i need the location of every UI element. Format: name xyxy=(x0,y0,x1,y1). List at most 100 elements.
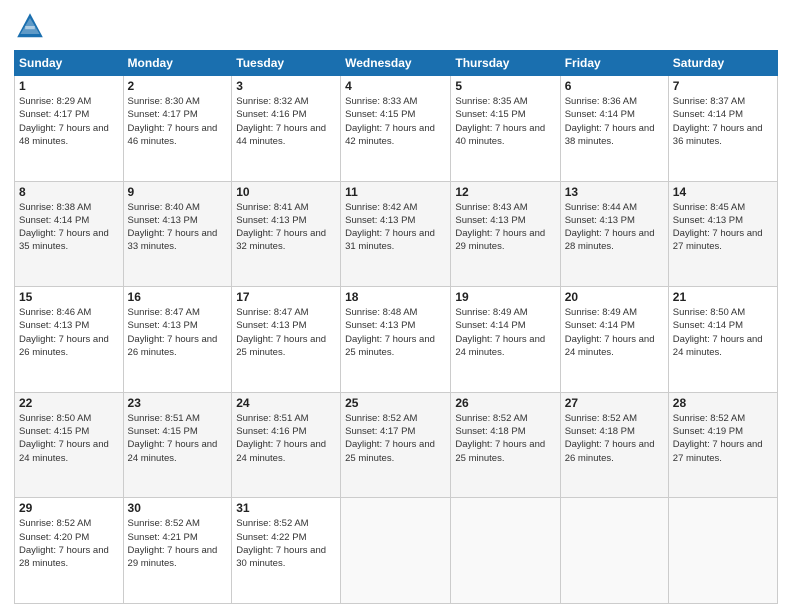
calendar-cell: 27 Sunrise: 8:52 AMSunset: 4:18 PMDayligh… xyxy=(560,392,668,498)
day-info: Sunrise: 8:32 AMSunset: 4:16 PMDaylight:… xyxy=(236,96,326,147)
day-info: Sunrise: 8:52 AMSunset: 4:18 PMDaylight:… xyxy=(455,413,545,464)
day-of-week-header: Monday xyxy=(123,51,232,76)
day-number: 8 xyxy=(19,185,119,199)
calendar-cell: 8Sunrise: 8:38 AMSunset: 4:14 PMDaylight… xyxy=(15,181,124,287)
calendar-cell: 12 Sunrise: 8:43 AMSunset: 4:13 PMDayligh… xyxy=(451,181,560,287)
calendar-cell: 15Sunrise: 8:46 AMSunset: 4:13 PMDayligh… xyxy=(15,287,124,393)
day-number: 17 xyxy=(236,290,336,304)
header xyxy=(14,10,778,42)
day-info: Sunrise: 8:37 AMSunset: 4:14 PMDaylight:… xyxy=(673,96,763,147)
calendar-week-row: 22 Sunrise: 8:50 AMSunset: 4:15 PMDayligh… xyxy=(15,392,778,498)
day-number: 16 xyxy=(128,290,228,304)
day-info: Sunrise: 8:51 AMSunset: 4:15 PMDaylight:… xyxy=(128,413,218,464)
calendar-cell: 20 Sunrise: 8:49 AMSunset: 4:14 PMDayligh… xyxy=(560,287,668,393)
day-number: 2 xyxy=(128,79,228,93)
day-info: Sunrise: 8:48 AMSunset: 4:13 PMDaylight:… xyxy=(345,307,435,358)
day-of-week-header: Wednesday xyxy=(341,51,451,76)
calendar-table: SundayMondayTuesdayWednesdayThursdayFrid… xyxy=(14,50,778,604)
day-number: 1 xyxy=(19,79,119,93)
day-info: Sunrise: 8:36 AMSunset: 4:14 PMDaylight:… xyxy=(565,96,655,147)
day-info: Sunrise: 8:40 AMSunset: 4:13 PMDaylight:… xyxy=(128,202,218,253)
day-info: Sunrise: 8:49 AMSunset: 4:14 PMDaylight:… xyxy=(565,307,655,358)
day-number: 20 xyxy=(565,290,664,304)
day-number: 22 xyxy=(19,396,119,410)
day-info: Sunrise: 8:52 AMSunset: 4:17 PMDaylight:… xyxy=(345,413,435,464)
day-number: 26 xyxy=(455,396,555,410)
day-info: Sunrise: 8:50 AMSunset: 4:14 PMDaylight:… xyxy=(673,307,763,358)
calendar-cell: 5 Sunrise: 8:35 AMSunset: 4:15 PMDaylight… xyxy=(451,76,560,182)
day-number: 18 xyxy=(345,290,446,304)
calendar-cell: 13 Sunrise: 8:44 AMSunset: 4:13 PMDayligh… xyxy=(560,181,668,287)
calendar-cell: 3 Sunrise: 8:32 AMSunset: 4:16 PMDaylight… xyxy=(232,76,341,182)
calendar-cell: 4 Sunrise: 8:33 AMSunset: 4:15 PMDaylight… xyxy=(341,76,451,182)
calendar-cell: 23 Sunrise: 8:51 AMSunset: 4:15 PMDayligh… xyxy=(123,392,232,498)
calendar-week-row: 29 Sunrise: 8:52 AMSunset: 4:20 PMDayligh… xyxy=(15,498,778,604)
calendar-cell: 6 Sunrise: 8:36 AMSunset: 4:14 PMDaylight… xyxy=(560,76,668,182)
day-info: Sunrise: 8:44 AMSunset: 4:13 PMDaylight:… xyxy=(565,202,655,253)
day-number: 11 xyxy=(345,185,446,199)
calendar-cell: 25Sunrise: 8:52 AMSunset: 4:17 PMDayligh… xyxy=(341,392,451,498)
day-number: 12 xyxy=(455,185,555,199)
calendar-cell: 21 Sunrise: 8:50 AMSunset: 4:14 PMDayligh… xyxy=(668,287,777,393)
day-info: Sunrise: 8:46 AMSunset: 4:13 PMDaylight:… xyxy=(19,307,109,358)
calendar-cell: 19 Sunrise: 8:49 AMSunset: 4:14 PMDayligh… xyxy=(451,287,560,393)
calendar-cell: 2 Sunrise: 8:30 AMSunset: 4:17 PMDaylight… xyxy=(123,76,232,182)
day-number: 27 xyxy=(565,396,664,410)
day-number: 21 xyxy=(673,290,773,304)
calendar-cell: 18 Sunrise: 8:48 AMSunset: 4:13 PMDayligh… xyxy=(341,287,451,393)
calendar-cell: 26 Sunrise: 8:52 AMSunset: 4:18 PMDayligh… xyxy=(451,392,560,498)
day-info: Sunrise: 8:47 AMSunset: 4:13 PMDaylight:… xyxy=(236,307,326,358)
day-info: Sunrise: 8:52 AMSunset: 4:22 PMDaylight:… xyxy=(236,518,326,569)
day-number: 10 xyxy=(236,185,336,199)
calendar-week-row: 15Sunrise: 8:46 AMSunset: 4:13 PMDayligh… xyxy=(15,287,778,393)
day-info: Sunrise: 8:52 AMSunset: 4:21 PMDaylight:… xyxy=(128,518,218,569)
day-number: 31 xyxy=(236,501,336,515)
calendar-cell: 9 Sunrise: 8:40 AMSunset: 4:13 PMDaylight… xyxy=(123,181,232,287)
calendar-header-row: SundayMondayTuesdayWednesdayThursdayFrid… xyxy=(15,51,778,76)
day-info: Sunrise: 8:29 AMSunset: 4:17 PMDaylight:… xyxy=(19,96,109,147)
calendar-cell: 28 Sunrise: 8:52 AMSunset: 4:19 PMDayligh… xyxy=(668,392,777,498)
calendar-cell xyxy=(451,498,560,604)
day-info: Sunrise: 8:52 AMSunset: 4:18 PMDaylight:… xyxy=(565,413,655,464)
day-number: 28 xyxy=(673,396,773,410)
calendar-week-row: 8Sunrise: 8:38 AMSunset: 4:14 PMDaylight… xyxy=(15,181,778,287)
day-number: 13 xyxy=(565,185,664,199)
day-number: 3 xyxy=(236,79,336,93)
day-info: Sunrise: 8:52 AMSunset: 4:19 PMDaylight:… xyxy=(673,413,763,464)
day-of-week-header: Tuesday xyxy=(232,51,341,76)
day-info: Sunrise: 8:30 AMSunset: 4:17 PMDaylight:… xyxy=(128,96,218,147)
day-number: 5 xyxy=(455,79,555,93)
day-number: 14 xyxy=(673,185,773,199)
calendar-week-row: 1 Sunrise: 8:29 AMSunset: 4:17 PMDaylight… xyxy=(15,76,778,182)
day-info: Sunrise: 8:49 AMSunset: 4:14 PMDaylight:… xyxy=(455,307,545,358)
day-number: 23 xyxy=(128,396,228,410)
calendar-cell: 24Sunrise: 8:51 AMSunset: 4:16 PMDayligh… xyxy=(232,392,341,498)
day-info: Sunrise: 8:43 AMSunset: 4:13 PMDaylight:… xyxy=(455,202,545,253)
day-info: Sunrise: 8:42 AMSunset: 4:13 PMDaylight:… xyxy=(345,202,435,253)
calendar-cell: 10 Sunrise: 8:41 AMSunset: 4:13 PMDayligh… xyxy=(232,181,341,287)
calendar-cell: 1 Sunrise: 8:29 AMSunset: 4:17 PMDaylight… xyxy=(15,76,124,182)
day-number: 19 xyxy=(455,290,555,304)
calendar-cell: 22 Sunrise: 8:50 AMSunset: 4:15 PMDayligh… xyxy=(15,392,124,498)
day-of-week-header: Friday xyxy=(560,51,668,76)
calendar-cell xyxy=(341,498,451,604)
day-info: Sunrise: 8:51 AMSunset: 4:16 PMDaylight:… xyxy=(236,413,326,464)
calendar-cell: 29 Sunrise: 8:52 AMSunset: 4:20 PMDayligh… xyxy=(15,498,124,604)
day-info: Sunrise: 8:41 AMSunset: 4:13 PMDaylight:… xyxy=(236,202,326,253)
day-info: Sunrise: 8:33 AMSunset: 4:15 PMDaylight:… xyxy=(345,96,435,147)
day-number: 30 xyxy=(128,501,228,515)
calendar-cell: 17 Sunrise: 8:47 AMSunset: 4:13 PMDayligh… xyxy=(232,287,341,393)
day-info: Sunrise: 8:35 AMSunset: 4:15 PMDaylight:… xyxy=(455,96,545,147)
day-number: 9 xyxy=(128,185,228,199)
day-number: 4 xyxy=(345,79,446,93)
calendar-cell: 14 Sunrise: 8:45 AMSunset: 4:13 PMDayligh… xyxy=(668,181,777,287)
day-of-week-header: Thursday xyxy=(451,51,560,76)
day-info: Sunrise: 8:50 AMSunset: 4:15 PMDaylight:… xyxy=(19,413,109,464)
logo xyxy=(14,10,48,42)
day-of-week-header: Sunday xyxy=(15,51,124,76)
day-info: Sunrise: 8:52 AMSunset: 4:20 PMDaylight:… xyxy=(19,518,109,569)
day-number: 29 xyxy=(19,501,119,515)
day-info: Sunrise: 8:45 AMSunset: 4:13 PMDaylight:… xyxy=(673,202,763,253)
calendar-cell: 16Sunrise: 8:47 AMSunset: 4:13 PMDayligh… xyxy=(123,287,232,393)
day-number: 6 xyxy=(565,79,664,93)
